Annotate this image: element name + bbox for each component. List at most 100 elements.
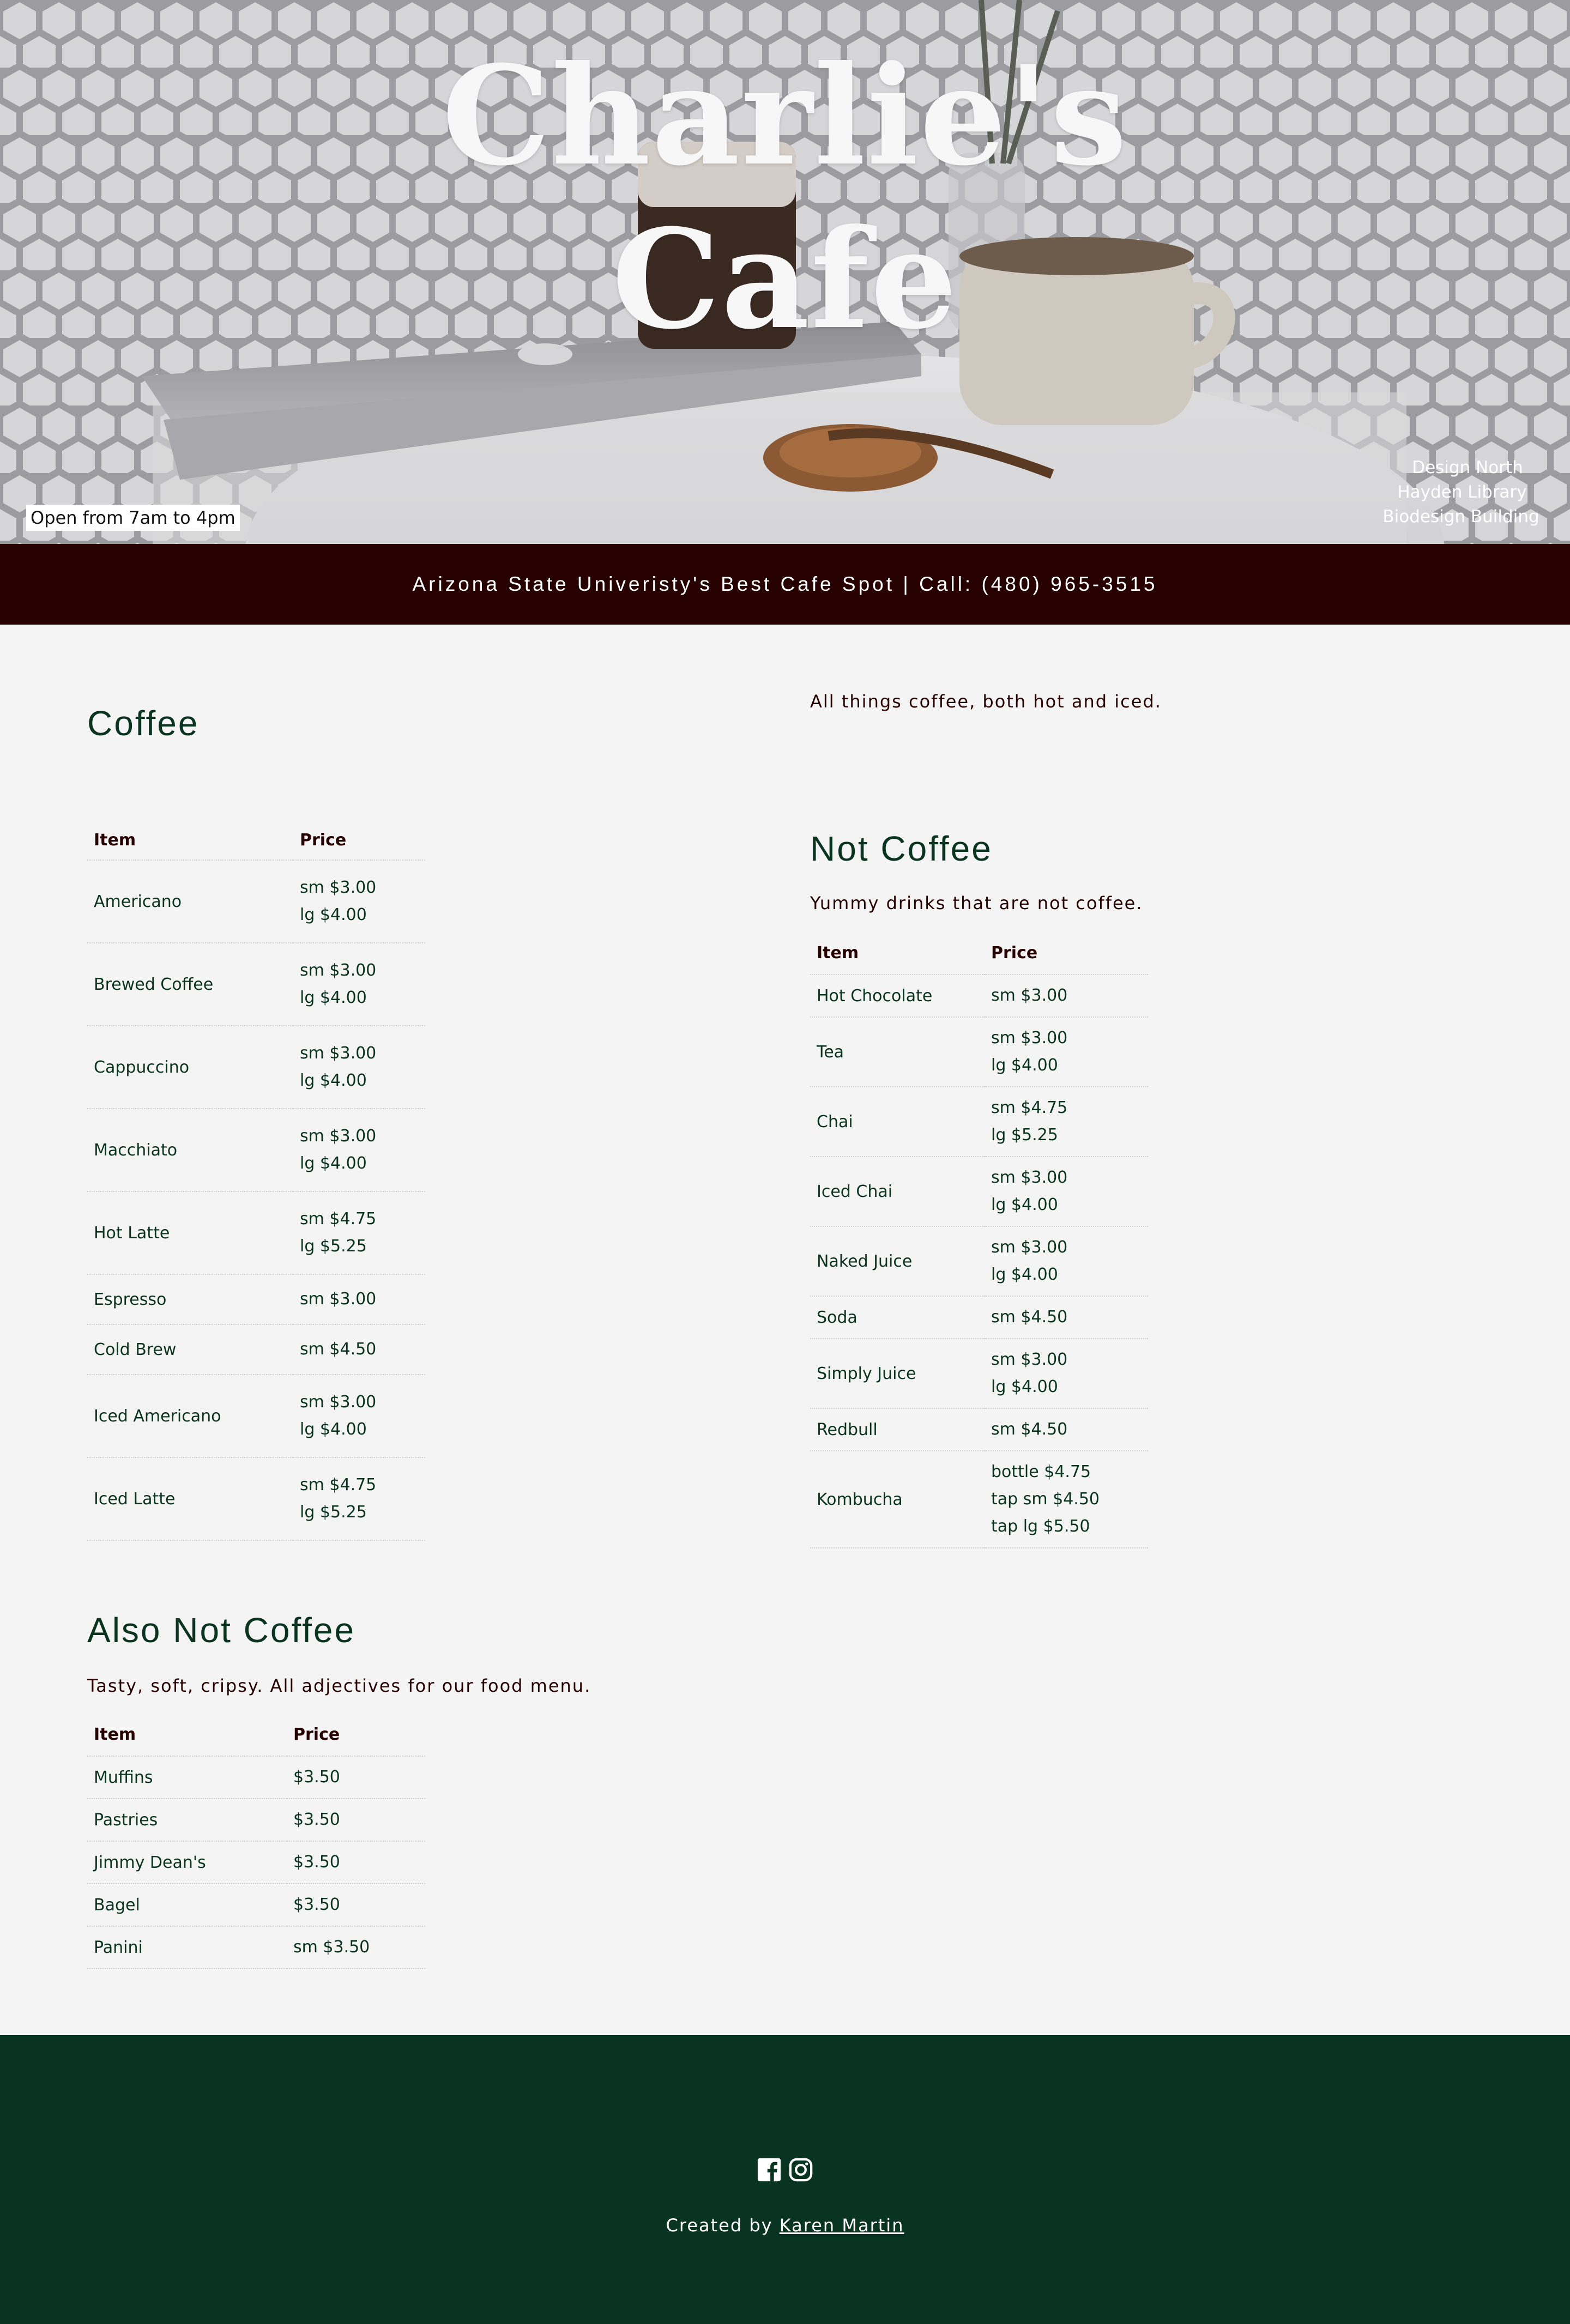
menu-item-name: Chai (810, 1087, 985, 1157)
menu-item-name: Redbull (810, 1408, 985, 1451)
menu-item-price: sm $4.50 (985, 1408, 1148, 1451)
table-row: Bagel $3.50 (87, 1884, 425, 1927)
column-header-item: Item (87, 1714, 287, 1757)
menu-item-name: Panini (87, 1926, 287, 1969)
price-line: sm $4.50 (991, 1420, 1068, 1439)
hero-banner: Charlie's Cafe Open from 7am to 4pm Desi… (0, 0, 1570, 544)
table-header-row: Item Price (810, 932, 1148, 975)
price-line: lg $5.25 (300, 1503, 367, 1522)
table-row: Iced Latte sm $4.75 lg $5.25 (87, 1457, 425, 1541)
price-line: sm $4.50 (991, 1308, 1068, 1327)
price-line: $3.50 (293, 1768, 340, 1787)
coffee-heading: Coffee (87, 704, 200, 743)
menu-item-name: Hot Chocolate (810, 975, 985, 1018)
menu-item-name: Soda (810, 1296, 985, 1339)
menu-item-price: sm $3.00 (985, 975, 1148, 1018)
price-line: lg $4.00 (991, 1056, 1058, 1075)
menu-item-name: Kombucha (810, 1451, 985, 1548)
coffee-menu-table: Item Price Americano sm $3.00 lg $4.00 Brew… (87, 821, 425, 1541)
price-line: lg $4.00 (991, 1195, 1058, 1214)
price-line: sm $3.00 (300, 1290, 377, 1309)
menu-item-name: Simply Juice (810, 1339, 985, 1409)
location-item: Biodesign Building (1382, 507, 1539, 526)
menu-item-name: Macchiato (87, 1109, 293, 1192)
hours-badge: Open from 7am to 4pm (26, 505, 240, 531)
site-footer: Created by Karen Martin (0, 2035, 1570, 2324)
menu-item-price: sm $3.00 lg $4.00 (985, 1339, 1148, 1409)
instagram-icon[interactable] (788, 2157, 813, 2182)
table-row: Cappuccino sm $3.00 lg $4.00 (87, 1026, 425, 1109)
menu-item-price: sm $3.50 (287, 1926, 425, 1969)
price-line: sm $3.00 (300, 1127, 377, 1146)
price-line: sm $3.00 (300, 878, 377, 897)
menu-item-price: sm $3.00 lg $4.00 (985, 1157, 1148, 1227)
price-line: lg $4.00 (991, 1265, 1058, 1284)
price-line: sm $3.50 (293, 1938, 370, 1957)
cafe-title-line1: Charlie's (442, 35, 1128, 196)
table-row: Redbull sm $4.50 (810, 1408, 1148, 1451)
menu-item-price: $3.50 (287, 1884, 425, 1927)
price-line: lg $4.00 (300, 905, 367, 924)
price-line: sm $3.00 (991, 1238, 1068, 1257)
menu-item-price: $3.50 (287, 1841, 425, 1884)
price-line: sm $3.00 (300, 1393, 377, 1412)
table-row: Iced Americano sm $3.00 lg $4.00 (87, 1375, 425, 1458)
menu-item-price: sm $3.00 lg $4.00 (985, 1226, 1148, 1297)
coffee-description: All things coffee, both hot and iced. (810, 691, 1162, 712)
cafe-title: Charlie's Cafe (0, 34, 1570, 361)
menu-item-price: sm $3.00 lg $4.00 (293, 1026, 425, 1109)
menu-item-name: Tea (810, 1017, 985, 1087)
info-banner: Arizona State Univeristy's Best Cafe Spo… (0, 544, 1570, 625)
price-line: lg $5.25 (300, 1237, 367, 1256)
facebook-icon[interactable] (757, 2157, 782, 2182)
price-line: sm $3.00 (991, 1028, 1068, 1048)
footer-credit: Created by Karen Martin (0, 2215, 1570, 2236)
menu-item-name: Muffins (87, 1756, 287, 1799)
menu-item-price: sm $4.50 (985, 1296, 1148, 1339)
price-line: lg $4.00 (991, 1377, 1058, 1396)
table-row: Simply Juice sm $3.00 lg $4.00 (810, 1339, 1148, 1409)
menu-item-name: Espresso (87, 1274, 293, 1325)
column-header-price: Price (293, 821, 425, 861)
price-line: sm $4.75 (991, 1098, 1068, 1117)
menu-item-name: Americano (87, 860, 293, 943)
table-row: Iced Chai sm $3.00 lg $4.00 (810, 1157, 1148, 1227)
price-line: $3.50 (293, 1810, 340, 1829)
price-line: lg $4.00 (300, 1420, 367, 1439)
price-line: sm $3.00 (991, 1350, 1068, 1369)
menu-item-name: Iced Chai (810, 1157, 985, 1227)
table-row: Naked Juice sm $3.00 lg $4.00 (810, 1226, 1148, 1297)
menu-item-price: sm $4.75 lg $5.25 (293, 1191, 425, 1275)
cafe-title-line2: Cafe (612, 199, 958, 359)
author-link[interactable]: Karen Martin (780, 2215, 904, 2236)
price-line: tap lg $5.50 (991, 1517, 1090, 1536)
price-line: sm $4.75 (300, 1475, 377, 1494)
table-row: Chai sm $4.75 lg $5.25 (810, 1087, 1148, 1157)
price-line: $3.50 (293, 1853, 340, 1872)
food-description: Tasty, soft, cripsy. All adjectives for … (87, 1675, 591, 1696)
menu-item-price: sm $3.00 lg $4.00 (293, 860, 425, 943)
menu-item-name: Hot Latte (87, 1191, 293, 1275)
table-row: Americano sm $3.00 lg $4.00 (87, 860, 425, 943)
column-header-price: Price (287, 1714, 425, 1757)
table-row: Cold Brew sm $4.50 (87, 1324, 425, 1375)
price-line: sm $3.00 (300, 961, 377, 980)
table-row: Brewed Coffee sm $3.00 lg $4.00 (87, 943, 425, 1026)
menu-item-price: sm $4.75 lg $5.25 (985, 1087, 1148, 1157)
table-row: Hot Chocolate sm $3.00 (810, 975, 1148, 1018)
menu-item-name: Bagel (87, 1884, 287, 1927)
location-item: Design North (1412, 458, 1523, 477)
menu-item-name: Pastries (87, 1799, 287, 1842)
not-coffee-heading: Not Coffee (810, 829, 993, 868)
price-line: sm $4.50 (300, 1340, 377, 1359)
price-line: bottle $4.75 (991, 1462, 1091, 1481)
not-coffee-menu-table: Item Price Hot Chocolate sm $3.00 Tea sm $3… (810, 932, 1148, 1548)
not-coffee-description: Yummy drinks that are not coffee. (810, 893, 1143, 913)
table-row: Kombucha bottle $4.75 tap sm $4.50 tap lg $… (810, 1451, 1148, 1548)
menu-item-price: $3.50 (287, 1799, 425, 1842)
table-row: Panini sm $3.50 (87, 1926, 425, 1969)
location-list: Design North Hayden Library Biodesign Bu… (1271, 456, 1544, 529)
price-line: lg $4.00 (300, 988, 367, 1007)
table-row: Pastries $3.50 (87, 1799, 425, 1842)
food-menu-table: Item Price Muffins $3.50 Pastries $3.50 Jimm… (87, 1714, 425, 1969)
